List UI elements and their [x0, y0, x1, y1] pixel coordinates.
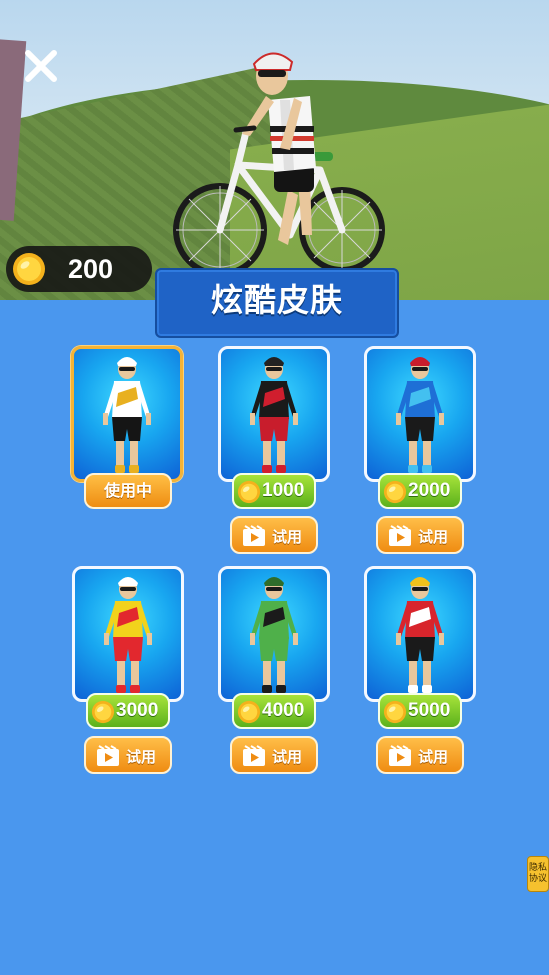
cyclist-skin-figure [396, 577, 444, 693]
try-label: 试用 [272, 528, 303, 546]
try-label: 试用 [418, 748, 449, 766]
price-value: 2000 [408, 480, 451, 501]
skin-card-6[interactable] [364, 566, 476, 702]
try-label: 试用 [272, 748, 303, 766]
cyclist-skin-figure [103, 357, 151, 473]
buy-price-button[interactable]: 2000 [378, 473, 462, 509]
try-label: 试用 [418, 528, 449, 546]
page-title: 炫酷皮肤 [210, 281, 343, 319]
price-value: 3000 [116, 700, 159, 721]
gold-coin-icon [237, 700, 261, 724]
gold-coin-icon [383, 700, 407, 724]
try-skin-button[interactable]: 试用 [84, 736, 172, 774]
video-ad-icon [97, 745, 119, 766]
price-value: 1000 [262, 480, 305, 501]
skin-card-3[interactable] [364, 346, 476, 482]
video-ad-icon [389, 745, 411, 766]
skin-card-2[interactable] [218, 346, 330, 482]
gold-coin-icon [13, 253, 45, 285]
buy-price-button[interactable]: 1000 [232, 473, 316, 509]
price-value: 5000 [408, 700, 451, 721]
try-skin-button[interactable]: 试用 [230, 736, 318, 774]
video-ad-icon [243, 525, 265, 546]
close-button[interactable] [20, 45, 62, 87]
in-use-label: 使用中 [103, 481, 152, 500]
price-value: 4000 [262, 700, 305, 721]
buy-price-button[interactable]: 4000 [232, 693, 316, 729]
coin-balance-display: 200 [6, 246, 152, 292]
try-skin-button[interactable]: 试用 [376, 736, 464, 774]
privacy-agreement-button[interactable]: 隐私协议 [527, 856, 549, 892]
video-ad-icon [243, 745, 265, 766]
skin-card-4[interactable] [72, 566, 184, 702]
try-label: 试用 [126, 748, 157, 766]
gold-coin-icon [383, 480, 407, 504]
cyclist-skin-figure [250, 357, 298, 473]
in-use-button[interactable]: 使用中 [84, 473, 172, 509]
try-skin-button[interactable]: 试用 [376, 516, 464, 554]
coin-balance-value: 200 [68, 254, 114, 284]
cyclist-skin-figure [396, 357, 444, 473]
close-x-icon [25, 50, 57, 82]
gold-coin-icon [237, 480, 261, 504]
skin-card-5[interactable] [218, 566, 330, 702]
skin-card-1[interactable] [71, 346, 183, 482]
video-ad-icon [389, 525, 411, 546]
gold-coin-icon [91, 700, 115, 724]
buy-price-button[interactable]: 5000 [378, 693, 462, 729]
try-skin-button[interactable]: 试用 [230, 516, 318, 554]
cyclist-skin-figure [104, 577, 152, 693]
buy-price-button[interactable]: 3000 [86, 693, 170, 729]
cyclist-on-bike-image [173, 52, 385, 277]
title-banner: 炫酷皮肤 [155, 268, 399, 338]
cyclist-skin-figure [250, 577, 298, 693]
